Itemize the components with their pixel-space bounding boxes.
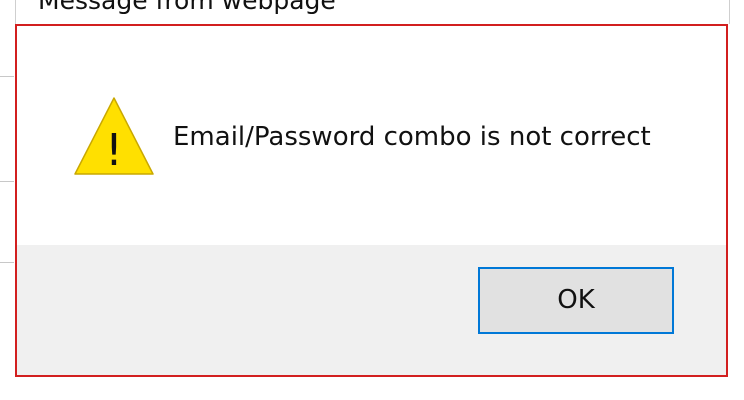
dialog-content: ! Email/Password combo is not correct xyxy=(17,26,726,245)
dialog-titlebar[interactable]: Message from webpage xyxy=(15,0,730,24)
dialog-message: Email/Password combo is not correct xyxy=(173,122,651,152)
warning-icon: ! xyxy=(73,96,155,176)
background-divider xyxy=(0,262,14,263)
screen: Message from webpage ! Email/Password co… xyxy=(0,0,744,400)
ok-button[interactable]: OK xyxy=(478,267,674,334)
warning-glyph: ! xyxy=(105,125,123,176)
message-dialog: ! Email/Password combo is not correct OK xyxy=(15,24,728,377)
background-divider xyxy=(0,76,14,77)
dialog-button-bar: OK xyxy=(17,245,726,375)
background-divider xyxy=(0,181,14,182)
dialog-title: Message from webpage xyxy=(38,0,336,15)
